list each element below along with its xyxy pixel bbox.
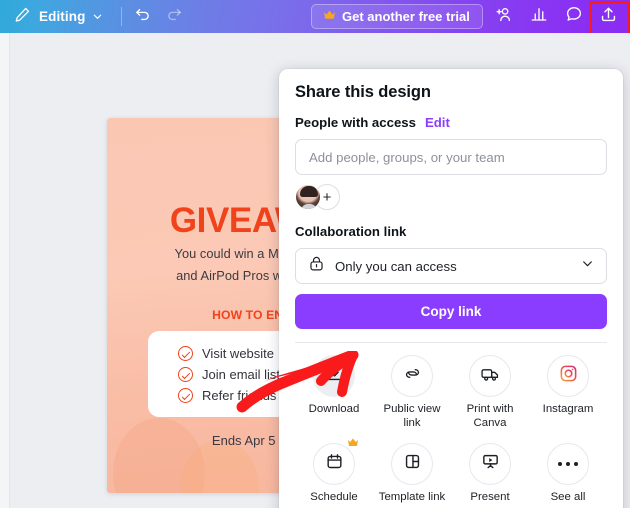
lock-icon: [308, 255, 325, 277]
insights-bar-chart-icon: [530, 5, 548, 28]
link-icon-circle: [391, 355, 433, 397]
share-option-label: See all: [550, 491, 586, 503]
share-options-grid: Download Public view link Print with Can…: [295, 355, 607, 505]
collaboration-link-label: Collaboration link: [295, 224, 407, 239]
editor-workspace: GIVEAWAY You could win a MacBook Pro and…: [0, 33, 630, 508]
template-icon-circle: [391, 443, 433, 485]
toolbar-right-group: [486, 0, 630, 36]
download-icon: [325, 364, 344, 388]
check-circle-icon: [178, 346, 193, 361]
redo-icon: [166, 6, 183, 28]
share-option-download[interactable]: Download: [295, 355, 373, 430]
schedule-icon-circle: [313, 438, 358, 485]
trial-button-label: Get another free trial: [342, 9, 470, 24]
add-people-input[interactable]: Add people, groups, or your team: [295, 139, 607, 175]
entry-label: Join email list: [202, 367, 281, 382]
toolbar-left-group: Editing: [0, 0, 190, 33]
add-people-placeholder: Add people, groups, or your team: [309, 149, 505, 165]
present-icon-circle: [469, 443, 511, 485]
share-option-print-with-canva[interactable]: Print with Canva: [451, 355, 529, 430]
access-avatars: +: [295, 184, 607, 210]
instagram-icon: [559, 364, 578, 388]
present-screen-icon: [481, 452, 500, 476]
share-option-label: Present: [470, 491, 510, 503]
chevron-down-icon: [92, 11, 103, 22]
check-circle-icon: [178, 388, 193, 403]
edit-access-link[interactable]: Edit: [425, 115, 450, 130]
access-level-select[interactable]: Only you can access: [295, 248, 607, 284]
share-option-template-link[interactable]: Template link: [373, 443, 451, 505]
crown-icon: [323, 10, 336, 23]
print-icon-circle: [469, 355, 511, 397]
access-level-value: Only you can access: [335, 258, 457, 274]
calendar-icon: [325, 452, 344, 476]
people-with-access-row: People with access Edit: [295, 115, 607, 130]
panel-title: Share this design: [295, 83, 431, 101]
editing-mode-button[interactable]: Editing: [0, 6, 107, 28]
share-button[interactable]: [590, 0, 630, 36]
insights-button[interactable]: [521, 2, 556, 32]
left-sidebar-rail: [0, 33, 10, 508]
instagram-icon-circle: [547, 355, 589, 397]
toolbar-divider: [121, 7, 123, 26]
trial-button-container: Get another free trial: [311, 4, 483, 29]
add-people-button[interactable]: [486, 2, 521, 32]
delivery-truck-icon: [480, 364, 500, 389]
redo-button[interactable]: [158, 2, 190, 32]
crown-icon: [347, 438, 359, 450]
comment-button[interactable]: [556, 2, 591, 32]
editing-mode-label: Editing: [39, 9, 86, 24]
share-option-schedule[interactable]: Schedule: [295, 438, 373, 505]
share-option-present[interactable]: Present: [451, 443, 529, 505]
share-panel: Share this design People with access Edi…: [279, 69, 623, 508]
top-toolbar: Editing Get another free trial: [0, 0, 630, 36]
download-icon-circle: [313, 355, 355, 397]
share-upload-icon: [599, 5, 618, 29]
share-option-label: Instagram: [542, 403, 594, 415]
share-option-label: Template link: [378, 491, 446, 503]
see-all-icon-circle: [547, 443, 589, 485]
share-option-public-view-link[interactable]: Public view link: [373, 355, 451, 430]
panel-divider: [295, 342, 607, 343]
people-with-access-label: People with access: [295, 115, 416, 130]
share-option-label: Schedule: [310, 491, 358, 503]
entry-label: Refer friends: [202, 388, 277, 403]
share-option-label: Public view link: [383, 403, 441, 429]
pencil-icon: [14, 6, 31, 28]
avatar[interactable]: [295, 184, 321, 210]
template-icon: [403, 452, 422, 476]
share-option-label: Print with Canva: [466, 403, 514, 429]
undo-button[interactable]: [126, 2, 158, 32]
share-option-label: Download: [308, 403, 360, 415]
share-option-see-all[interactable]: See all: [529, 443, 607, 505]
link-chain-icon: [403, 364, 422, 388]
canva-editor-screen: Editing Get another free trial GIVEAWAY …: [0, 0, 630, 508]
comment-bubble-icon: [565, 5, 583, 28]
ellipsis-icon: [558, 461, 578, 467]
get-another-free-trial-button[interactable]: Get another free trial: [311, 4, 483, 29]
share-option-instagram[interactable]: Instagram: [529, 355, 607, 430]
entry-label: Visit website: [202, 346, 275, 361]
check-circle-icon: [178, 367, 193, 382]
add-people-icon: [494, 5, 513, 29]
copy-link-button[interactable]: Copy link: [295, 294, 607, 329]
chevron-down-icon: [581, 257, 594, 275]
undo-icon: [134, 6, 151, 28]
